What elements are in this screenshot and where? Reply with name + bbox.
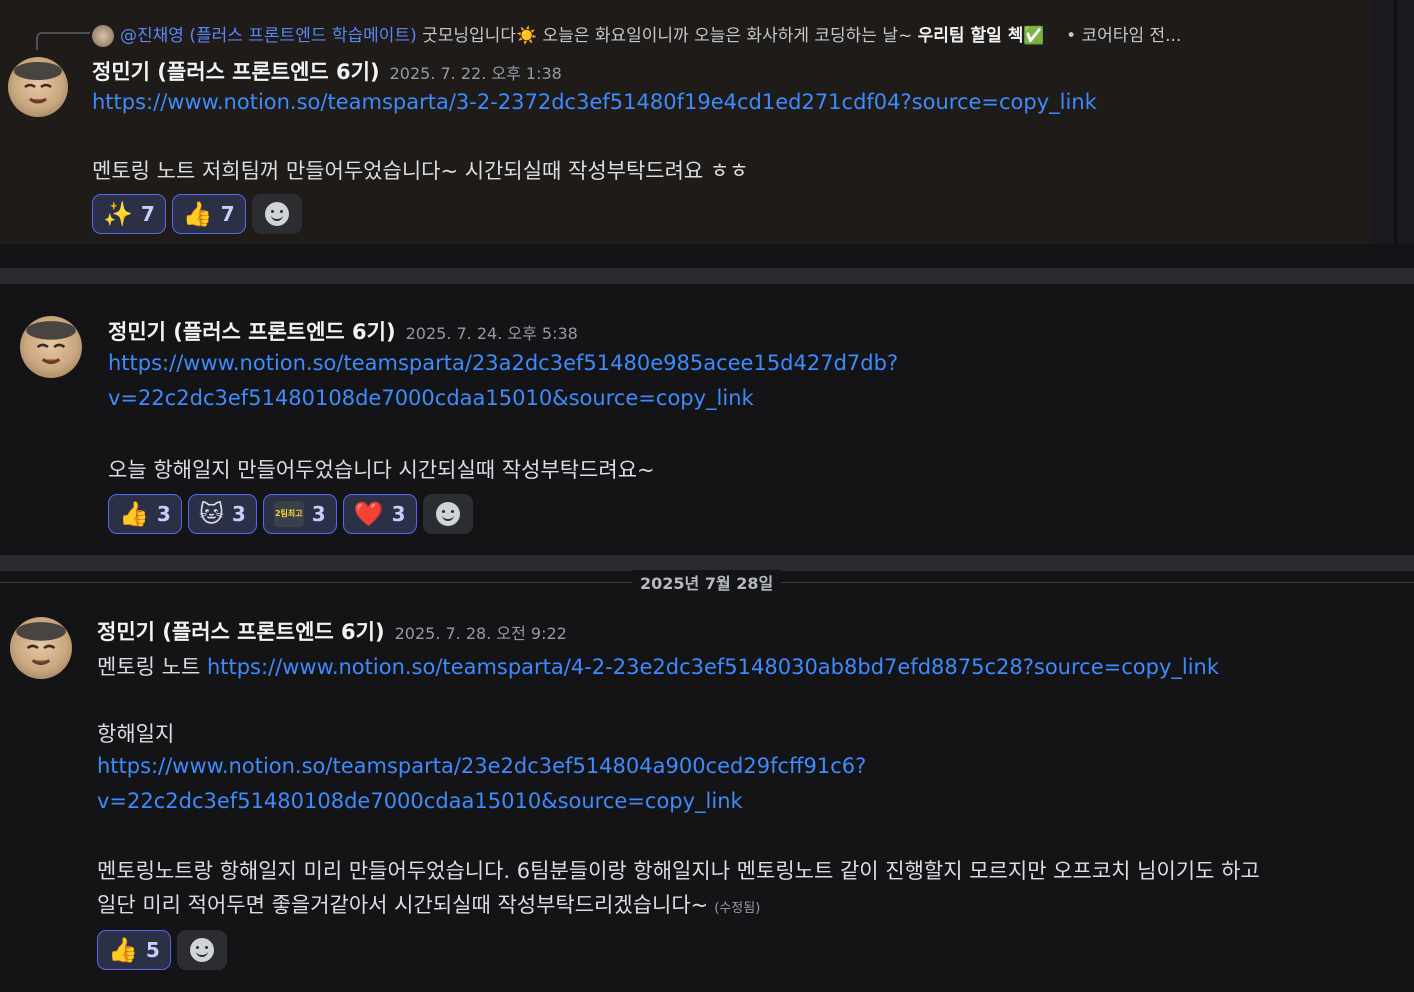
reply-preview[interactable]: @진채영 (플러스 프론트엔드 학습메이트) 굿모닝입니다☀️ 오늘은 화요일이… — [92, 21, 1181, 47]
message-line: 멘토링 노트 https://www.notion.so/teamsparta/… — [97, 651, 1219, 681]
reaction-team-best[interactable]: 2팀최고 3 — [262, 494, 337, 534]
add-reaction-button[interactable] — [251, 194, 302, 234]
author-name[interactable]: 정민기 (플러스 프론트엔드 6기) 2025. 7. 28. 오전 9:22 — [97, 616, 567, 646]
avatar[interactable] — [8, 57, 68, 117]
add-reaction-button[interactable] — [422, 494, 473, 534]
notion-link-cont[interactable]: v=22c2dc3ef51480108de7000cdaa15010&sourc… — [108, 386, 754, 410]
reaction-count: 3 — [311, 502, 326, 526]
divider — [0, 555, 1414, 571]
reaction-bar: 👍 5 — [97, 930, 227, 970]
edited-label: (수정됨) — [714, 901, 761, 916]
smile-icon — [189, 938, 214, 962]
prefix-text: 멘토링 노트 — [97, 655, 207, 679]
timestamp: 2025. 7. 22. 오후 1:38 — [389, 64, 562, 83]
notion-link[interactable]: https://www.notion.so/teamsparta/23e2dc3… — [97, 754, 866, 778]
reaction-count: 5 — [145, 938, 160, 962]
author-name[interactable]: 정민기 (플러스 프론트엔드 6기) 2025. 7. 24. 오후 5:38 — [108, 316, 578, 346]
add-reaction-button[interactable] — [176, 930, 227, 970]
author-name[interactable]: 정민기 (플러스 프론트엔드 6기) 2025. 7. 22. 오후 1:38 — [92, 56, 562, 86]
date-divider-label: 2025년 7월 28일 — [632, 570, 782, 594]
notion-link[interactable]: https://www.notion.so/teamsparta/3-2-237… — [92, 90, 1097, 114]
team-best-icon: 2팀최고 — [273, 501, 304, 527]
spacer — [0, 244, 1414, 268]
reaction-cat[interactable]: 🐱 3 — [187, 494, 257, 534]
reaction-thumbsup[interactable]: 👍 3 — [108, 494, 182, 534]
reaction-sparkles[interactable]: ✨ 7 — [92, 194, 166, 234]
reaction-bar: ✨ 7 👍 7 — [92, 194, 302, 234]
reaction-heart[interactable]: ❤️ 3 — [342, 494, 417, 534]
message-body: 멘토링 노트 저희팀꺼 만들어두었습니다~ 시간되실때 작성부탁드려요 ㅎㅎ — [92, 159, 749, 183]
reaction-count: 7 — [140, 202, 155, 226]
reply-connector — [36, 32, 90, 50]
avatar[interactable] — [20, 316, 82, 378]
smile-icon — [264, 202, 289, 226]
reply-text: 굿모닝입니다☀️ 오늘은 화요일이니까 오늘은 화사하게 코딩하는 날~ — [422, 26, 918, 46]
divider — [0, 268, 1414, 284]
reaction-bar: 👍 3 🐱 3 2팀최고 3 ❤️ 3 — [108, 494, 473, 534]
mention[interactable]: @진채영 (플러스 프론트엔드 학습메이트) — [120, 26, 417, 46]
message-body: 멘토링노트랑 항해일지 미리 만들어두었습니다. 6팀분들이랑 항해일지나 멘토… — [97, 859, 1260, 883]
reaction-count: 3 — [231, 502, 246, 526]
thumbs-up-icon: 👍 — [182, 200, 213, 228]
thumbs-up-icon: 👍 — [108, 936, 138, 964]
message-body: 오늘 항해일지 만들어두었습니다 시간되실때 작성부탁드려요~ — [108, 458, 655, 482]
timestamp: 2025. 7. 24. 오후 5:38 — [405, 324, 578, 343]
sparkles-icon: ✨ — [103, 200, 133, 228]
reaction-thumbsup[interactable]: 👍 5 — [97, 930, 171, 970]
reaction-thumbsup[interactable]: 👍 7 — [171, 194, 246, 234]
timestamp: 2025. 7. 28. 오전 9:22 — [394, 624, 567, 643]
smile-icon — [435, 502, 460, 526]
reply-bold-text: 우리팀 할일 첵✅ — [917, 26, 1045, 46]
scrollbar[interactable] — [1394, 0, 1397, 268]
notion-link-cont[interactable]: v=22c2dc3ef51480108de7000cdaa15010&sourc… — [97, 789, 743, 813]
cat-icon: 🐱 — [198, 500, 224, 528]
reaction-count: 3 — [156, 502, 171, 526]
section-heading: 항해일지 — [97, 722, 175, 746]
notion-link[interactable]: https://www.notion.so/teamsparta/4-2-23e… — [207, 655, 1219, 679]
avatar[interactable] — [10, 617, 72, 679]
reply-avatar — [92, 25, 114, 47]
thumbs-up-icon: 👍 — [119, 500, 149, 528]
heart-icon: ❤️ — [353, 500, 384, 528]
reaction-count: 7 — [220, 202, 235, 226]
notion-link[interactable]: https://www.notion.so/teamsparta/23a2dc3… — [108, 351, 898, 375]
reply-rest: • 코어타임 전... — [1044, 26, 1182, 46]
message-body-line2: 일단 미리 적어두면 좋을거같아서 시간되실때 작성부탁드리겠습니다~ (수정됨) — [97, 893, 761, 917]
reaction-count: 3 — [391, 502, 406, 526]
